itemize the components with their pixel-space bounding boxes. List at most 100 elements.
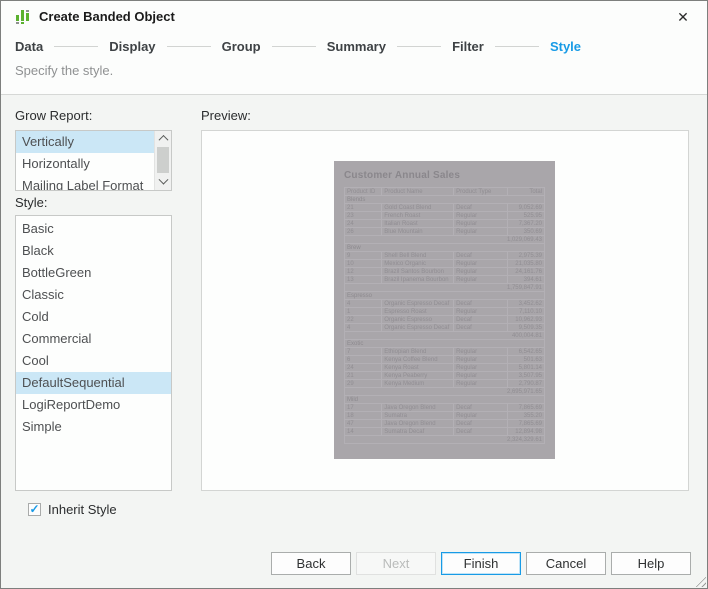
wizard-connector	[54, 46, 98, 47]
wizard-connector	[272, 46, 316, 47]
report-cell: Organic Espresso	[382, 316, 454, 324]
report-cell: Espresso Roast	[382, 308, 454, 316]
report-cell: Decaf	[454, 252, 508, 260]
report-data-row: 22Organic EspressoDecaf10,962.93	[345, 316, 545, 324]
report-cell: 394.61	[507, 276, 544, 284]
report-subtotal-row: 1,029,069.43	[345, 236, 545, 244]
report-group-row: Mild	[345, 396, 545, 404]
close-icon[interactable]: ✕	[673, 1, 693, 33]
report-cell: 18	[345, 412, 382, 420]
report-cell: 29	[345, 380, 382, 388]
report-cell: Regular	[454, 268, 508, 276]
report-cell: Regular	[454, 220, 508, 228]
report-cell: 7,367.20	[507, 220, 544, 228]
report-data-row: 29Kenya MediumRegular2,790.87	[345, 380, 545, 388]
style-option-cold[interactable]: Cold	[16, 306, 171, 328]
report-cell: 5,801.14	[507, 364, 544, 372]
report-title: Customer Annual Sales	[344, 170, 545, 181]
footer-buttons: BackNextFinishCancelHelp	[1, 552, 707, 575]
dialog-title: Create Banded Object	[39, 1, 175, 33]
report-cell: Italian Roast	[382, 220, 454, 228]
report-cell: 501.63	[507, 356, 544, 364]
report-cell: 2,975.39	[507, 252, 544, 260]
report-cell: Kenya Roast	[382, 364, 454, 372]
grow-option-mailing-label-format[interactable]: Mailing Label Format	[16, 175, 154, 191]
report-cell: Decaf	[454, 204, 508, 212]
scroll-down-icon[interactable]	[155, 175, 171, 190]
report-cell: 6,542.65	[507, 348, 544, 356]
style-option-defaultsequential[interactable]: DefaultSequential	[16, 372, 171, 394]
app-icon	[15, 9, 31, 25]
resize-grip[interactable]	[693, 574, 706, 587]
style-option-bottlegreen[interactable]: BottleGreen	[16, 262, 171, 284]
report-group-row: Espresso	[345, 292, 545, 300]
preview-label: Preview:	[201, 108, 251, 123]
report-data-row: 13Brazil Ipanema BourbonRegular394.61	[345, 276, 545, 284]
style-option-cool[interactable]: Cool	[16, 350, 171, 372]
report-cell: Decaf	[454, 316, 508, 324]
report-cell: 24	[345, 220, 382, 228]
wizard-step-data[interactable]: Data	[15, 39, 43, 54]
wizard-step-group[interactable]: Group	[222, 39, 261, 54]
report-data-row: 17Java Oregon BlendDecaf7,865.69	[345, 404, 545, 412]
report-cell: 12	[345, 268, 382, 276]
report-cell: Organic Espresso Decaf	[382, 324, 454, 332]
report-cell: Organic Espresso Decaf	[382, 300, 454, 308]
back-button[interactable]: Back	[271, 552, 351, 575]
report-subtotal: 400,004.81	[345, 332, 545, 340]
report-data-row: 6Kenya Coffee BlendRegular501.63	[345, 356, 545, 364]
report-cell: 6	[345, 356, 382, 364]
wizard-step-filter[interactable]: Filter	[452, 39, 484, 54]
report-data-row: 9Shell Bell BlendDecaf2,975.39	[345, 252, 545, 260]
report-data-row: 24Kenya RoastRegular5,801.14	[345, 364, 545, 372]
inherit-style-checkbox[interactable]: ✓ Inherit Style	[28, 502, 117, 517]
report-data-row: 4Organic Espresso DecafDecaf9,509.35	[345, 324, 545, 332]
report-cell: Regular	[454, 212, 508, 220]
titlebar: Create Banded Object ✕	[1, 1, 707, 33]
report-cell: 23	[345, 212, 382, 220]
report-group-name: Espresso	[345, 292, 545, 300]
report-cell: Kenya Medium	[382, 380, 454, 388]
cancel-button[interactable]: Cancel	[526, 552, 606, 575]
report-cell: 22	[345, 316, 382, 324]
report-data-row: 10Mexico OrganicRegular21,035.80	[345, 260, 545, 268]
finish-button[interactable]: Finish	[441, 552, 521, 575]
report-cell: 2,790.87	[507, 380, 544, 388]
report-data-row: 23French RoastRegular525.95	[345, 212, 545, 220]
style-option-commercial[interactable]: Commercial	[16, 328, 171, 350]
style-label: Style:	[15, 195, 48, 210]
report-cell: Brazil Santos Bourbon	[382, 268, 454, 276]
report-cell: 17	[345, 404, 382, 412]
report-cell: Java Oregon Blend	[382, 404, 454, 412]
report-cell: 9,052.69	[507, 204, 544, 212]
style-option-logireportdemo[interactable]: LogiReportDemo	[16, 394, 171, 416]
report-cell: 14	[345, 428, 382, 436]
wizard-step-summary[interactable]: Summary	[327, 39, 386, 54]
checkbox-check-icon[interactable]: ✓	[28, 503, 41, 516]
wizard-steps: Data Display Group Summary Filter Style	[15, 38, 581, 54]
report-cell: 10	[345, 260, 382, 268]
style-option-simple[interactable]: Simple	[16, 416, 171, 438]
report-cell: 21,035.80	[507, 260, 544, 268]
next-button: Next	[356, 552, 436, 575]
style-list: BasicBlackBottleGreenClassicColdCommerci…	[15, 215, 172, 491]
scroll-up-icon[interactable]	[155, 131, 171, 146]
wizard-step-style[interactable]: Style	[550, 39, 581, 54]
grow-option-horizontally[interactable]: Horizontally	[16, 153, 154, 175]
report-cell: Decaf	[454, 428, 508, 436]
report-cell: Decaf	[454, 404, 508, 412]
report-cell: 7,865.69	[507, 420, 544, 428]
report-data-row: 21Gold Coast BlendDecaf9,052.69	[345, 204, 545, 212]
report-cell: 9	[345, 252, 382, 260]
grow-option-vertically[interactable]: Vertically	[16, 131, 154, 153]
wizard-step-display[interactable]: Display	[109, 39, 155, 54]
style-option-classic[interactable]: Classic	[16, 284, 171, 306]
grow-list-scrollbar[interactable]	[154, 131, 171, 190]
report-data-row: 12Brazil Santos BourbonRegular24,161.76	[345, 268, 545, 276]
style-option-basic[interactable]: Basic	[16, 218, 171, 240]
report-data-row: 1Espresso RoastRegular7,110.10	[345, 308, 545, 316]
help-button[interactable]: Help	[611, 552, 691, 575]
style-option-black[interactable]: Black	[16, 240, 171, 262]
scrollbar-thumb[interactable]	[157, 147, 169, 173]
report-data-row: 21Kenya PeaberryRegular3,507.95	[345, 372, 545, 380]
